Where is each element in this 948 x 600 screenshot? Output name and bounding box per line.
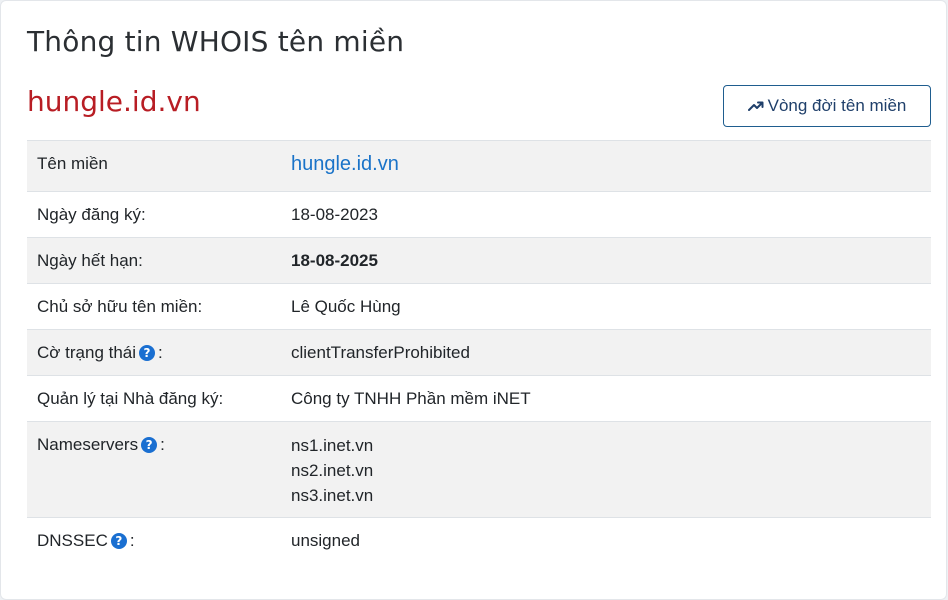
owner-label: Chủ sở hữu tên miền: — [37, 297, 203, 316]
whois-table: Tên miền hungle.id.vn Ngày đăng ký: 18-0… — [27, 140, 931, 564]
nameserver-item: ns2.inet.vn — [291, 461, 374, 480]
registrar-label: Quản lý tại Nhà đăng ký: — [37, 389, 224, 408]
domain-lifecycle-button[interactable]: Vòng đời tên miền — [723, 85, 931, 127]
domain-heading: hungle.id.vn — [27, 85, 201, 118]
domain-link[interactable]: hungle.id.vn — [291, 152, 399, 176]
domain-label: Tên miền — [37, 154, 108, 173]
owner-value: Lê Quốc Hùng — [291, 297, 401, 316]
question-circle-icon[interactable]: ? — [139, 345, 156, 361]
whois-row-dnssec: DNSSEC?: unsigned — [27, 517, 931, 564]
expires-value: 18-08-2025 — [291, 251, 378, 270]
dnssec-label: DNSSEC — [37, 531, 108, 550]
whois-row-domain: Tên miền hungle.id.vn — [27, 140, 931, 192]
whois-row-status: Cờ trạng thái?: clientTransferProhibited — [27, 329, 931, 376]
nameservers-label: Nameservers — [37, 435, 139, 454]
status-label: Cờ trạng thái — [37, 343, 137, 362]
trending-up-icon — [747, 101, 764, 111]
registered-label: Ngày đăng ký: — [37, 205, 146, 224]
whois-row-registered: Ngày đăng ký: 18-08-2023 — [27, 191, 931, 238]
whois-row-nameservers: Nameservers?: ns1.inet.vn ns2.inet.vn ns… — [27, 421, 931, 518]
status-value: clientTransferProhibited — [291, 343, 470, 362]
nameserver-item: ns1.inet.vn — [291, 436, 374, 455]
nameservers-label-suffix: : — [160, 435, 165, 454]
page-title: Thông tin WHOIS tên miền — [27, 25, 405, 58]
status-label-suffix: : — [158, 343, 163, 362]
dnssec-label-suffix: : — [129, 531, 135, 550]
nameservers-list: ns1.inet.vn ns2.inet.vn ns3.inet.vn — [291, 422, 931, 508]
whois-card: Thông tin WHOIS tên miền hungle.id.vn Vò… — [0, 0, 947, 600]
domain-lifecycle-button-label: Vòng đời tên miền — [767, 96, 907, 115]
registered-value: 18-08-2023 — [291, 205, 378, 224]
expires-label: Ngày hết hạn: — [37, 251, 143, 270]
whois-row-owner: Chủ sở hữu tên miền: Lê Quốc Hùng — [27, 283, 931, 330]
question-circle-icon[interactable]: ? — [110, 533, 127, 549]
whois-row-registrar: Quản lý tại Nhà đăng ký: Công ty TNHH Ph… — [27, 375, 931, 422]
whois-row-expires: Ngày hết hạn: 18-08-2025 — [27, 237, 931, 284]
question-circle-icon[interactable]: ? — [141, 437, 158, 453]
nameserver-item: ns3.inet.vn — [291, 486, 374, 505]
registrar-value: Công ty TNHH Phần mềm iNET — [291, 389, 531, 408]
dnssec-value: unsigned — [291, 531, 361, 550]
